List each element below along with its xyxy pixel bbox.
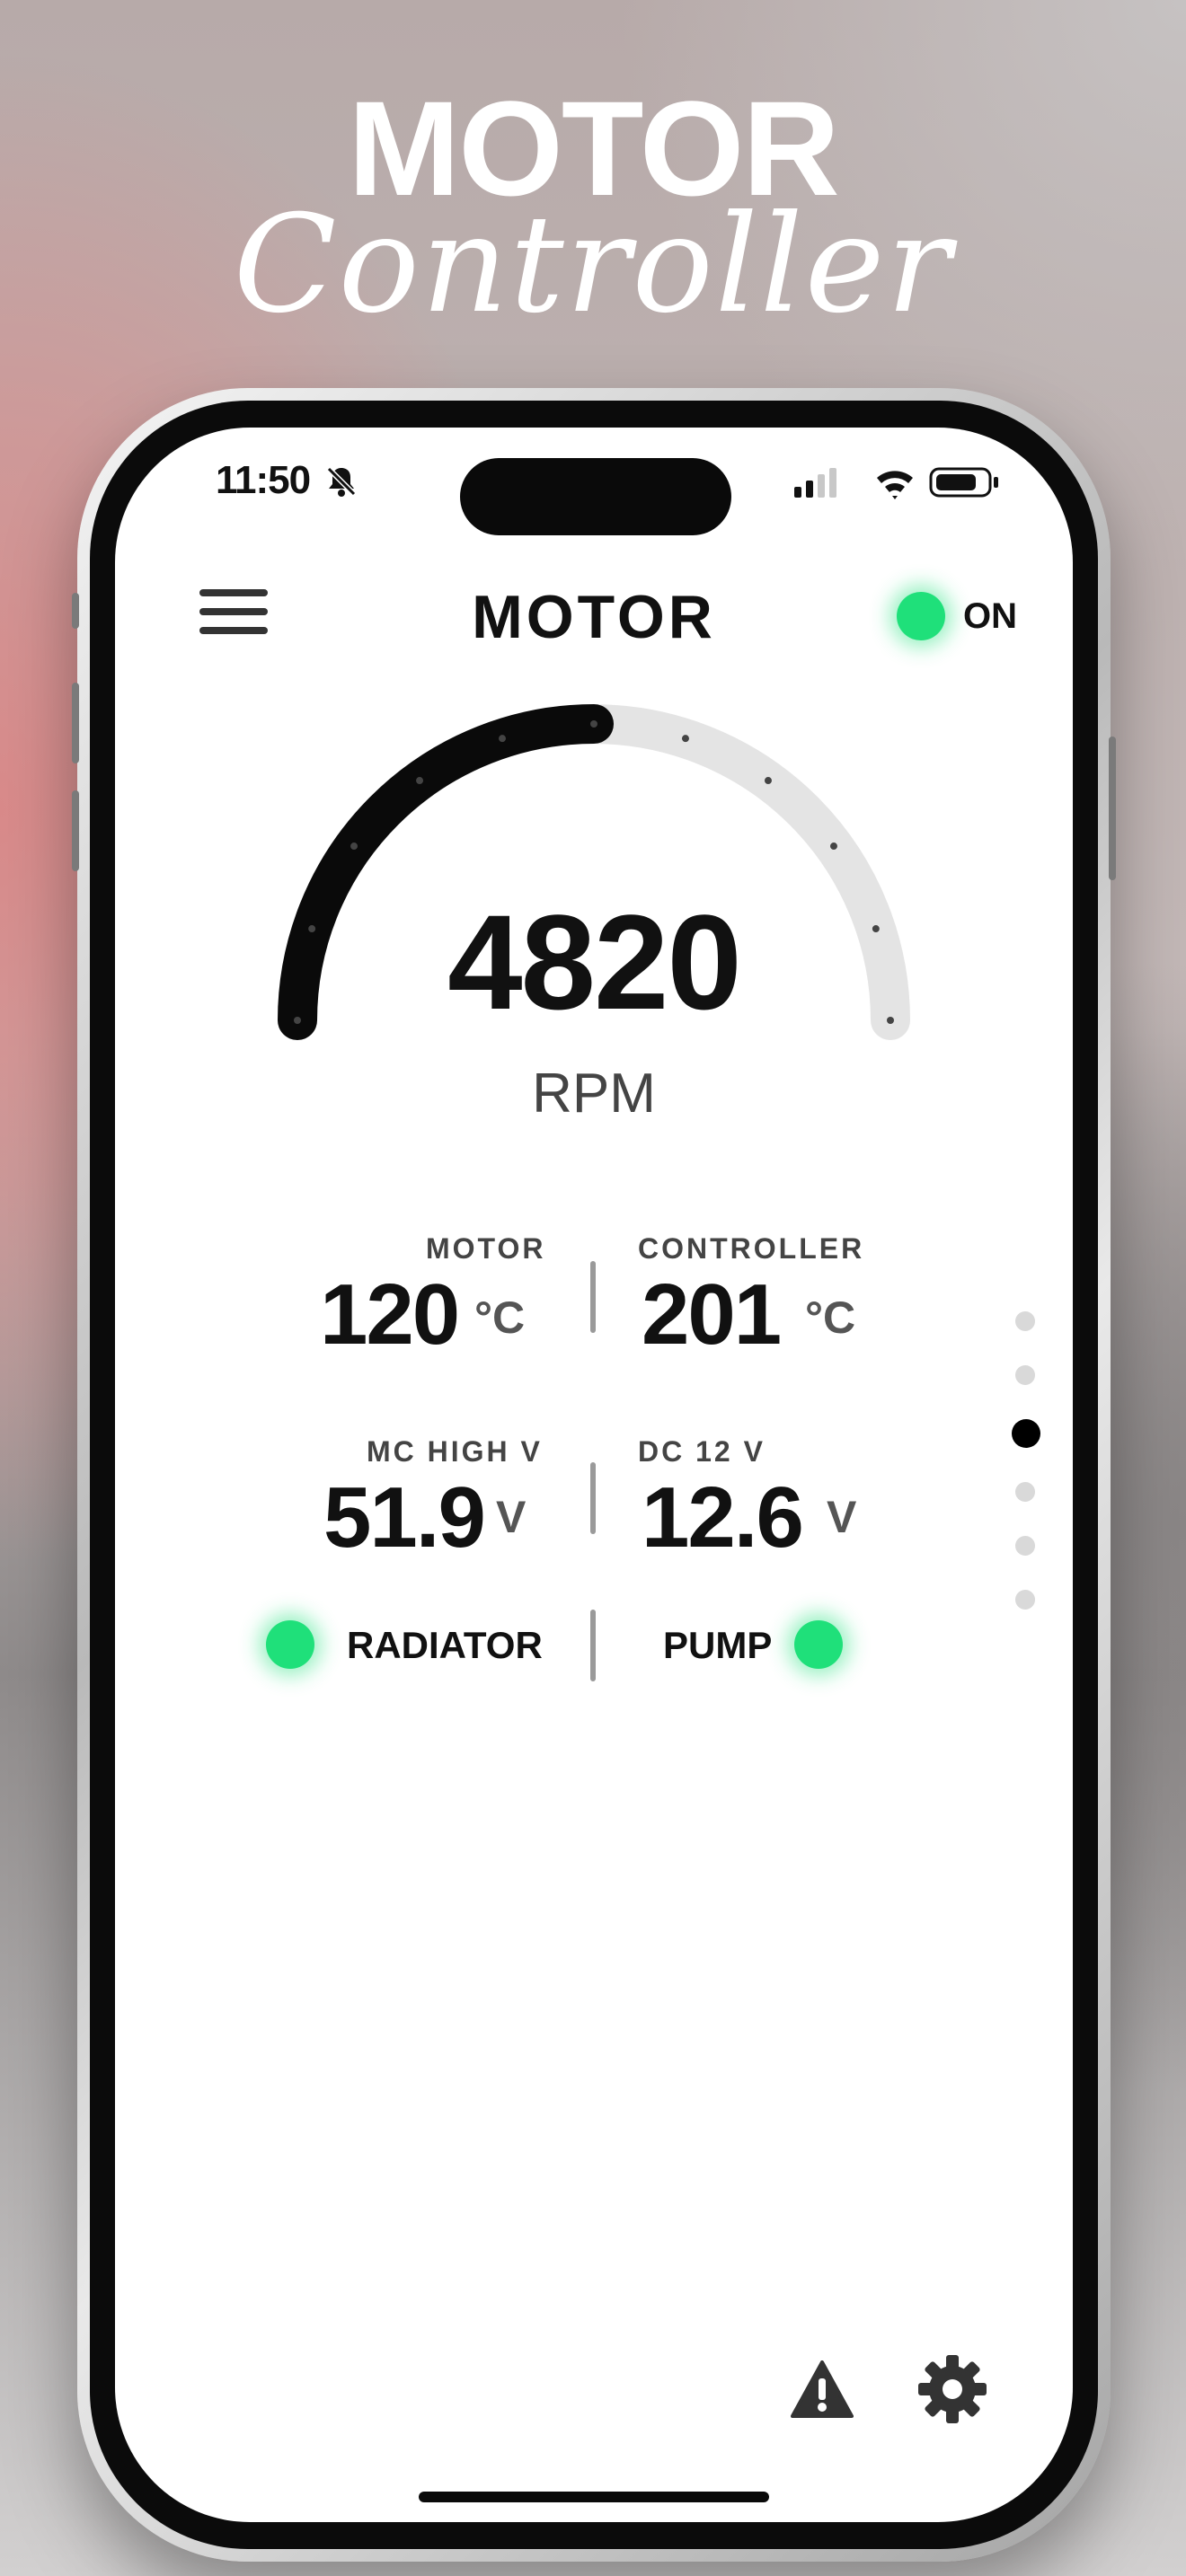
radiator-label: RADIATOR [347, 1624, 543, 1666]
app-screen: 11:50 MOTOR ON 4820 RPM MOTOR 120 °C CON… [115, 428, 1073, 2522]
power-status-dot [897, 592, 945, 640]
controller-temp-unit: °C [805, 1292, 856, 1343]
rpm-unit: RPM [532, 1063, 656, 1125]
mc-high-v-unit: V [496, 1492, 527, 1542]
promo-title-script: Controller [233, 187, 953, 343]
metrics-divider [590, 1261, 596, 1333]
signal-icon [794, 468, 836, 498]
gauge-tick [681, 735, 689, 743]
indicators-divider [590, 1610, 596, 1681]
controller-temp-label: CONTROLLER [638, 1232, 865, 1265]
warning-icon[interactable] [791, 2360, 854, 2418]
gauge-tick [416, 777, 424, 785]
bell-slash-icon [326, 466, 357, 497]
wifi-icon [877, 471, 913, 499]
rpm-value: 4820 [447, 887, 742, 1037]
motor-temp-unit: °C [474, 1292, 526, 1343]
gear-icon[interactable] [916, 2353, 988, 2425]
gauge-tick [829, 842, 837, 851]
gauge-tick [499, 735, 507, 743]
phone-power-button [1109, 737, 1116, 880]
dc-12v-unit: V [827, 1492, 857, 1542]
dc-12v-label: DC 12 V [638, 1435, 766, 1468]
page-dot[interactable] [1015, 1311, 1035, 1331]
mc-high-v-label: MC HIGH V [367, 1435, 543, 1468]
status-time: 11:50 [216, 458, 311, 502]
mc-high-v-value: 51.9 [323, 1469, 486, 1566]
power-label: ON [963, 595, 1017, 636]
page-dot[interactable] [1015, 1482, 1035, 1502]
home-indicator[interactable] [419, 2492, 769, 2502]
page-dot-active[interactable] [1012, 1419, 1040, 1448]
dc-12v-value: 12.6 [642, 1469, 804, 1566]
battery-icon [929, 467, 998, 498]
phone-volume-down-button [72, 790, 79, 871]
page-dot[interactable] [1015, 1365, 1035, 1385]
gauge-tick [590, 720, 597, 728]
page-indicator[interactable] [1012, 1311, 1040, 1610]
phone-volume-up-button [72, 683, 79, 763]
gauge-tick [764, 777, 772, 785]
promo-title: MOTOR Controller [0, 63, 1186, 386]
page-dot[interactable] [1015, 1536, 1035, 1556]
controller-temp-value: 201 [642, 1266, 782, 1363]
gauge-tick [350, 842, 358, 851]
status-icons [794, 467, 998, 499]
radiator-status-dot [266, 1620, 314, 1669]
metrics-divider [590, 1462, 596, 1534]
pump-status-dot [794, 1620, 843, 1669]
pump-label: PUMP [663, 1624, 773, 1666]
motor-temp-label: MOTOR [426, 1232, 546, 1265]
motor-temp-value: 120 [320, 1266, 460, 1363]
page-dot[interactable] [1015, 1590, 1035, 1610]
dynamic-island [460, 458, 731, 535]
phone-side-button [72, 593, 79, 629]
power-toggle[interactable]: ON [897, 587, 1017, 645]
